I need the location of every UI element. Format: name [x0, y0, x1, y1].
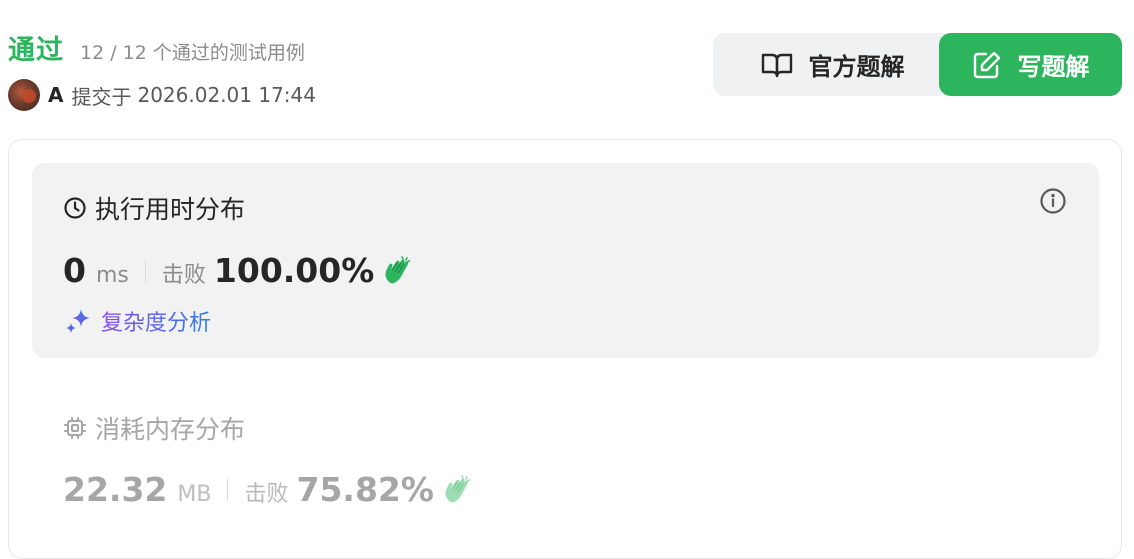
runtime-title: 执行用时分布 [95, 195, 246, 224]
result-card: 执行用时分布 0 ms 击败 100.00% 复杂度分析 消耗内存分布 22.3… [8, 139, 1122, 559]
clapping-hands-icon [445, 474, 471, 502]
complexity-analysis-link[interactable]: 复杂度分析 [63, 305, 211, 337]
info-icon[interactable] [1039, 187, 1067, 215]
runtime-header: 执行用时分布 [63, 190, 245, 226]
sparkle-icon [66, 309, 90, 333]
submitted-label: 提交于 [71, 84, 132, 109]
runtime-beats-label: 击败 [161, 263, 206, 288]
divider [227, 478, 229, 501]
avatar[interactable] [8, 79, 40, 111]
testcase-summary: 12 / 12 个通过的测试用例 [80, 42, 305, 64]
write-solution-label: 写题解 [1017, 53, 1090, 81]
memory-beats-value: 75.82% [296, 470, 434, 509]
memory-metrics: 22.32 MB 击败 75.82% [63, 470, 1063, 509]
memory-beats-label: 击败 [244, 482, 289, 507]
user-name[interactable]: A [48, 83, 63, 107]
submitted-time: 2026.02.01 17:44 [137, 83, 316, 107]
memory-value: 22.32 [63, 470, 168, 509]
book-open-icon [761, 53, 792, 77]
complexity-analysis-label: 复杂度分析 [101, 305, 211, 337]
status-title: 通过 [8, 35, 64, 66]
runtime-unit: ms [95, 263, 129, 288]
runtime-value: 0 [63, 251, 86, 290]
memory-header: 消耗内存分布 [63, 410, 1063, 446]
divider [144, 259, 146, 282]
official-solution-button[interactable]: 官方题解 [713, 33, 952, 96]
clapping-hands-icon [385, 255, 411, 283]
runtime-panel[interactable]: 执行用时分布 0 ms 击败 100.00% 复杂度分析 [32, 163, 1099, 358]
runtime-metrics: 0 ms 击败 100.00% [63, 251, 412, 290]
runtime-beats-value: 100.00% [213, 251, 375, 290]
memory-title: 消耗内存分布 [95, 415, 246, 444]
memory-unit: MB [177, 482, 212, 507]
clock-icon [64, 197, 86, 219]
official-solution-label: 官方题解 [808, 53, 905, 81]
chip-icon [64, 417, 86, 439]
edit-pen-icon [973, 51, 1000, 78]
memory-panel[interactable]: 消耗内存分布 22.32 MB 击败 75.82% [63, 410, 1063, 520]
write-solution-button[interactable]: 写题解 [939, 33, 1122, 96]
